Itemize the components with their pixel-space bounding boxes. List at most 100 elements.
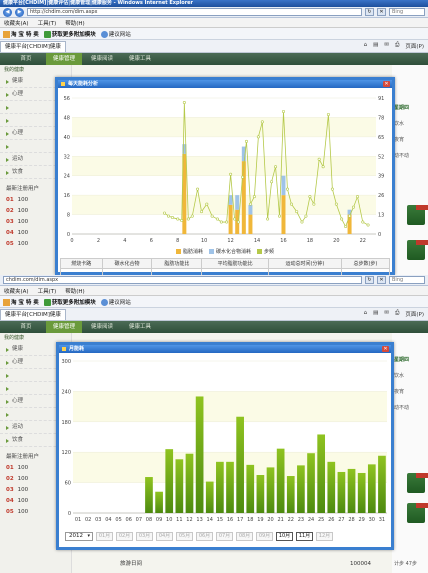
bar — [205, 481, 214, 513]
toolbar: ⌂ ▤ ✉ ⎙ 页面(P) — [364, 310, 428, 320]
line-point — [330, 187, 334, 191]
feed-icon[interactable]: ▤ — [373, 310, 378, 318]
nav-health-tools[interactable]: 健康工具 — [122, 53, 158, 65]
nav-home[interactable]: 首页 — [8, 53, 44, 65]
y-tick-label-right: 39 — [378, 174, 384, 180]
home-icon[interactable]: ⌂ — [364, 310, 368, 318]
table-header: 燃烧卡路 — [60, 258, 103, 269]
home-icon[interactable]: ⌂ — [364, 42, 368, 50]
print-icon[interactable]: ⎙ — [395, 42, 399, 50]
month-button[interactable]: 01月 — [96, 532, 113, 541]
line-point — [229, 172, 233, 176]
month-button[interactable]: 04月 — [156, 532, 173, 541]
mail-icon[interactable]: ✉ — [384, 42, 389, 50]
month-selector: 2012 01月02月03月04月05月06月07月08月09月10月11月12… — [59, 532, 391, 541]
fav-item[interactable]: 淘 宝 特 卖 — [3, 298, 39, 306]
mail-icon[interactable]: ✉ — [384, 310, 389, 318]
month-button[interactable]: 06月 — [196, 532, 213, 541]
table-header: 脂肪功能比 — [151, 258, 203, 269]
refresh-icon[interactable]: ↻ — [365, 8, 374, 16]
nav-health-manage[interactable]: 健康管理 — [46, 53, 82, 65]
print-icon[interactable]: ⎙ — [395, 310, 399, 318]
y-tick-label-left: 56 — [64, 96, 70, 102]
x-tick-label: 18 — [307, 238, 313, 244]
line-point — [200, 210, 204, 214]
month-button[interactable]: 11月 — [296, 532, 313, 541]
refresh-icon[interactable]: ↻ — [365, 276, 374, 284]
x-tick-label: 11 — [176, 517, 182, 523]
month-button[interactable]: 05月 — [176, 532, 193, 541]
x-tick-label: 20 — [267, 517, 273, 523]
menu-tools[interactable]: 工具(T) — [38, 287, 57, 295]
x-tick-label: 31 — [379, 517, 385, 523]
bar — [165, 449, 174, 513]
bar-carb — [235, 195, 240, 210]
y-tick-label-right: 52 — [378, 154, 384, 160]
bar — [307, 453, 315, 513]
tip-text: 夜宵 — [394, 389, 405, 395]
menu-favorites[interactable]: 收藏夹(A) — [4, 19, 29, 27]
browser-tab[interactable]: 健康平台[CHDIM]健康 — [0, 309, 66, 320]
menu-help[interactable]: 帮助(H) — [65, 287, 84, 295]
tip-text: 动不动 — [394, 405, 410, 411]
site-nav: 首页 健康管理 健康阅读 健康工具 — [0, 53, 428, 65]
month-button[interactable]: 12月 — [316, 532, 333, 541]
month-button[interactable]: 08月 — [236, 532, 253, 541]
y-tick-label: 180 — [61, 420, 71, 426]
line-point — [190, 214, 194, 218]
fav-item[interactable]: 淘 宝 特 卖 — [3, 30, 39, 38]
x-tick-label: 0 — [70, 238, 73, 244]
menu-favorites[interactable]: 收藏夹(A) — [4, 287, 29, 295]
x-tick-label: 22 — [360, 238, 366, 244]
line-point — [180, 219, 184, 223]
page-menu[interactable]: 页面(P) — [405, 310, 424, 318]
nav-health-read[interactable]: 健康阅读 — [84, 53, 120, 65]
x-tick-label: 29 — [358, 517, 364, 523]
stop-icon[interactable]: ✕ — [377, 8, 386, 16]
close-icon[interactable]: ✕ — [383, 81, 390, 87]
stop-icon[interactable]: ✕ — [377, 276, 386, 284]
x-tick-label: 19 — [257, 517, 263, 523]
search-input[interactable]: Bing — [389, 8, 425, 16]
line-point — [334, 202, 338, 206]
y-tick-label-left: 48 — [64, 115, 70, 121]
url-input[interactable]: chdim.com/dim.aspx — [3, 276, 362, 284]
feed-icon[interactable]: ▤ — [373, 42, 378, 50]
tip-text: 动不动 — [394, 153, 410, 159]
fav-item[interactable]: 获取更多附加模块 — [43, 298, 96, 306]
month-button[interactable]: 09月 — [256, 532, 273, 541]
url-input[interactable]: http://chdim.com/dim.aspx — [27, 8, 362, 16]
line-point — [344, 225, 348, 229]
fav-item[interactable]: 获取更多附加模块 — [43, 30, 96, 38]
y-tick-label-left: 16 — [64, 193, 70, 199]
y-tick-label-left: 24 — [64, 174, 70, 180]
back-icon[interactable]: ◀ — [3, 7, 12, 17]
x-tick-label: 05 — [115, 517, 121, 523]
menu-help[interactable]: 帮助(H) — [65, 19, 84, 27]
fav-item[interactable]: 建议网站 — [100, 30, 131, 38]
nav-health-manage[interactable]: 健康管理 — [46, 321, 82, 333]
month-button[interactable]: 10月 — [276, 532, 293, 541]
nav-home[interactable]: 首页 — [8, 321, 44, 333]
month-button[interactable]: 02月 — [116, 532, 133, 541]
year-select[interactable]: 2012 — [65, 532, 93, 541]
nav-health-tools[interactable]: 健康工具 — [122, 321, 158, 333]
line-point — [348, 214, 352, 218]
line-point — [256, 135, 260, 139]
x-tick-label: 24 — [308, 517, 314, 523]
close-icon[interactable]: ✕ — [382, 346, 389, 352]
nav-health-read[interactable]: 健康阅读 — [84, 321, 120, 333]
x-tick-label: 07 — [136, 517, 142, 523]
month-button[interactable]: 07月 — [216, 532, 233, 541]
address-bar: chdim.com/dim.aspx ↻ ✕ Bing — [0, 275, 428, 286]
line-point — [312, 202, 316, 206]
search-input[interactable]: Bing — [389, 276, 425, 284]
forward-icon[interactable]: ▶ — [15, 7, 24, 17]
fav-item[interactable]: 建议网站 — [100, 298, 131, 306]
x-tick-label: 02 — [85, 517, 91, 523]
browser-tab[interactable]: 健康平台[CHDIM]健康 — [0, 41, 66, 52]
addon-icon — [43, 30, 51, 38]
menu-tools[interactable]: 工具(T) — [38, 19, 57, 27]
page-menu[interactable]: 页面(P) — [405, 42, 424, 50]
month-button[interactable]: 03月 — [136, 532, 153, 541]
